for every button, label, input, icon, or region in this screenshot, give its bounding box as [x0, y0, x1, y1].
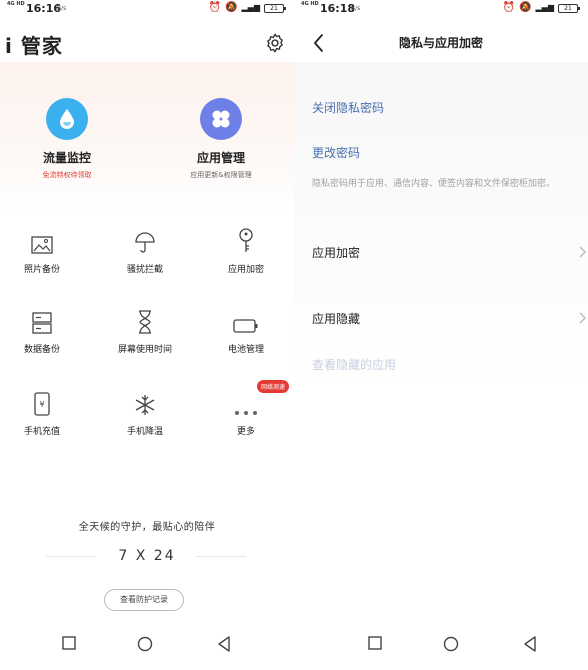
grid-item-harassment-block[interactable]: 骚扰拦截 — [96, 228, 194, 275]
status-bar: 4G HD 16:16 B/s ⏰ 🔕 ▂▄▆ 21 — [0, 0, 294, 18]
view-protection-record-button[interactable]: 查看防护记录 — [104, 589, 184, 611]
motto-divider-right — [196, 556, 246, 557]
grid-item-cool-down[interactable]: 手机降温 — [96, 390, 194, 437]
grid-label: 照片备份 — [23, 265, 60, 275]
battery-icon: 21 — [264, 3, 286, 13]
traffic-monitor-subtitle: 免流特权待领取 — [42, 171, 92, 179]
umbrella-icon — [135, 232, 155, 253]
snowflake-icon — [135, 395, 155, 415]
app-management-title: 应用管理 — [196, 151, 245, 165]
system-nav-bar — [294, 630, 588, 660]
grid-item-more[interactable]: 网络测速 更多 — [197, 380, 294, 437]
grid-item-battery-management[interactable]: 电池管理 — [197, 308, 294, 355]
app-encrypt-label: 应用加密 — [312, 246, 361, 260]
carrier-label: 4G HD — [301, 1, 319, 7]
status-time: 16:16 — [26, 2, 62, 15]
battery-icon: 21 — [558, 3, 580, 13]
network-speed-badge[interactable]: 网络测速 — [257, 380, 290, 393]
recharge-icon: ¥ — [34, 392, 50, 416]
recent-apps-icon[interactable] — [368, 636, 382, 650]
alarm-icon: ⏰ — [502, 2, 516, 13]
mute-icon: 🔕 — [225, 2, 238, 13]
photo-icon — [31, 236, 53, 254]
app-management-subtitle: 应用更新&权限管理 — [190, 171, 252, 179]
grid-label: 屏幕使用时间 — [117, 345, 172, 355]
home-icon[interactable] — [443, 636, 459, 652]
grid-label: 骚扰拦截 — [126, 265, 163, 275]
page-title: 隐私与应用加密 — [398, 36, 483, 50]
hourglass-icon — [139, 310, 151, 334]
app-management-card[interactable]: 应用管理 应用更新&权限管理 — [156, 98, 286, 180]
grid-item-photo-backup[interactable]: 照片备份 — [0, 228, 91, 275]
motto-text: 7 X 24 — [118, 548, 176, 564]
close-privacy-password-link[interactable]: 关闭隐私密码 — [312, 99, 384, 116]
view-hidden-apps-link[interactable]: 查看隐藏的应用 — [312, 356, 396, 373]
app-title: i 管家 — [5, 34, 63, 58]
slogan-text: 全天候的守护，最贴心的陪伴 — [78, 522, 216, 533]
water-drop-icon — [46, 98, 88, 140]
app-hide-row[interactable]: 应用隐藏 — [312, 310, 588, 327]
storage-icon — [32, 312, 52, 334]
status-bar: 4G HD 16:18 B/s ⏰ 🔕 ▂▄▆ 21 — [294, 0, 588, 18]
grid-label: 应用加密 — [227, 265, 264, 275]
home-icon[interactable] — [137, 636, 153, 652]
status-time: 16:18 — [320, 2, 356, 15]
grid-item-recharge[interactable]: ¥ 手机充值 — [0, 390, 91, 437]
recent-apps-icon[interactable] — [62, 636, 76, 650]
speed-unit: B/s — [57, 5, 67, 12]
grid-item-app-encrypt[interactable]: 应用加密 — [197, 228, 294, 275]
app-hide-label: 应用隐藏 — [312, 312, 361, 326]
grid-item-screen-time[interactable]: 屏幕使用时间 — [96, 308, 194, 355]
system-nav-bar — [0, 630, 294, 660]
back-triangle-icon[interactable] — [523, 636, 537, 652]
i-manager-screen: 4G HD 16:16 B/s ⏰ 🔕 ▂▄▆ 21 i 管家 流量监控 免流特… — [0, 0, 294, 670]
status-icons: ⏰ 🔕 ▂▄▆ 21 — [208, 2, 286, 14]
grid-label: 电池管理 — [227, 345, 264, 355]
grid-label: 手机降温 — [126, 427, 163, 437]
status-icons: ⏰ 🔕 ▂▄▆ 21 — [502, 2, 580, 14]
carrier-label: 4G HD — [7, 1, 25, 7]
alarm-icon: ⏰ — [208, 2, 222, 13]
more-dots-icon — [235, 411, 257, 415]
back-triangle-icon[interactable] — [217, 636, 231, 652]
privacy-encryption-screen: 4G HD 16:18 B/s ⏰ 🔕 ▂▄▆ 21 隐私与应用加密 关闭隐私密… — [294, 0, 588, 670]
settings-gear-icon[interactable] — [264, 32, 286, 54]
traffic-monitor-card[interactable]: 流量监控 免流特权待领取 — [2, 98, 132, 180]
signal-icon: ▂▄▆ — [535, 3, 554, 12]
privacy-description: 隐私密码用于应用、通信内容、便签内容和文件保密柜加密。 — [312, 179, 556, 189]
app-encrypt-row[interactable]: 应用加密 — [312, 244, 588, 261]
signal-icon: ▂▄▆ — [241, 3, 260, 12]
grid-label: 数据备份 — [23, 345, 60, 355]
key-icon — [239, 228, 253, 252]
chevron-right-icon — [579, 246, 586, 258]
grid-item-data-backup[interactable]: 数据备份 — [0, 308, 91, 355]
svg-text:¥: ¥ — [39, 400, 44, 409]
clover-icon — [200, 98, 242, 140]
traffic-monitor-title: 流量监控 — [42, 151, 91, 165]
battery-manage-icon — [233, 319, 258, 333]
mute-icon: 🔕 — [519, 2, 532, 13]
grid-label: 手机充值 — [23, 427, 60, 437]
speed-unit: B/s — [351, 5, 361, 12]
chevron-right-icon — [579, 312, 586, 324]
grid-label: 更多 — [236, 427, 255, 437]
change-password-link[interactable]: 更改密码 — [312, 144, 360, 161]
